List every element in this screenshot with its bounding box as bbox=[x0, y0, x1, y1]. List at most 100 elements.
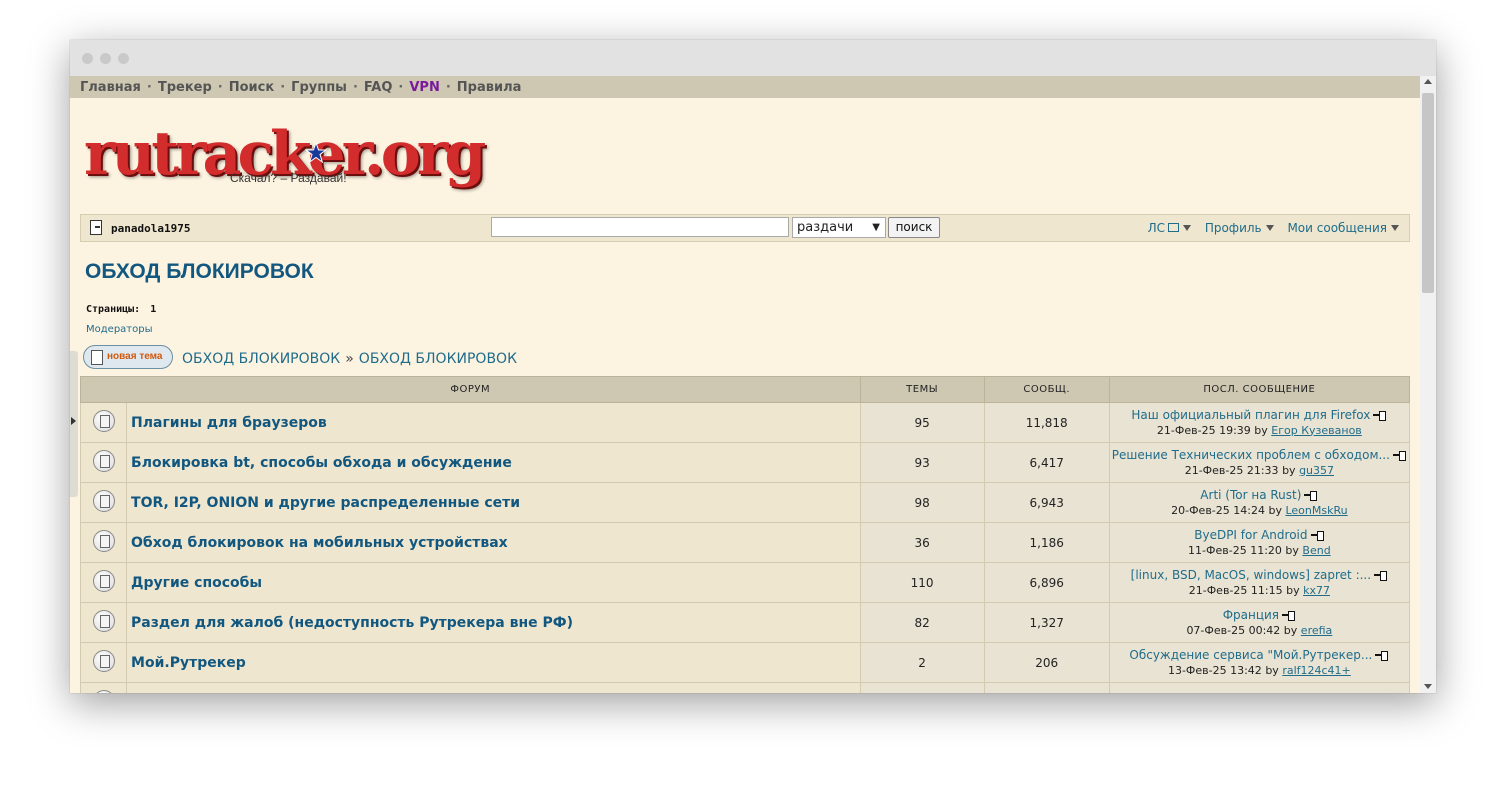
logo-star-icon bbox=[305, 142, 327, 164]
forum-icon-cell bbox=[79, 442, 128, 483]
last-post-link[interactable]: Arti (Tor на Rust) bbox=[1200, 488, 1301, 502]
goto-last-post-icon[interactable] bbox=[1304, 490, 1318, 501]
last-post-link[interactable]: Наш официальный плагин для Firefox bbox=[1131, 408, 1370, 422]
pm-link[interactable]: ЛС bbox=[1148, 221, 1191, 235]
breadcrumb-item[interactable]: ОБХОД БЛОКИРОВОК bbox=[359, 351, 517, 367]
nav-separator: · bbox=[445, 80, 451, 95]
last-post-link[interactable]: [linux, BSD, MacOS, windows] zapret :... bbox=[1131, 568, 1371, 582]
breadcrumb: ОБХОД БЛОКИРОВОК » ОБХОД БЛОКИРОВОК bbox=[182, 351, 517, 367]
logo-slogan: Скачал? – Раздавай! bbox=[230, 171, 347, 185]
username[interactable]: panadola1975 bbox=[111, 222, 190, 235]
window-zoom-button[interactable] bbox=[118, 53, 129, 64]
nav-link[interactable]: Правила bbox=[457, 80, 522, 95]
forum-icon-cell bbox=[79, 522, 128, 563]
nav-link[interactable]: VPN bbox=[409, 80, 439, 95]
goto-last-post-icon[interactable] bbox=[1375, 650, 1389, 661]
scrollbar-thumb[interactable] bbox=[1422, 93, 1434, 293]
new-topic-button[interactable]: новая тема bbox=[83, 345, 173, 369]
last-post-cell: Просьба помощи к сообществу bbox=[1108, 682, 1411, 693]
breadcrumb-item[interactable]: ОБХОД БЛОКИРОВОК bbox=[182, 351, 340, 367]
last-post-date: 13-Фев-25 13:42 bbox=[1167, 663, 1262, 677]
topics-count: 95 bbox=[859, 402, 985, 443]
goto-last-post-icon[interactable] bbox=[1374, 570, 1388, 581]
scroll-down-arrow-icon[interactable] bbox=[1424, 684, 1432, 689]
last-post-link[interactable]: Решение Технических проблем с обходом... bbox=[1112, 448, 1390, 462]
table-row: Блокировка bt, способы обхода и обсужден… bbox=[79, 442, 1411, 483]
last-post-author[interactable]: kx77 bbox=[1303, 584, 1330, 597]
profile-label: Профиль bbox=[1204, 221, 1262, 235]
forum-icon-cell bbox=[79, 602, 128, 643]
last-post-author[interactable]: gu357 bbox=[1299, 464, 1334, 477]
search-scope-select[interactable]: раздачи ▼ bbox=[792, 217, 886, 238]
posts-count: 206 bbox=[983, 642, 1110, 683]
nav-separator: · bbox=[352, 80, 358, 95]
caret-down-icon bbox=[1391, 225, 1399, 231]
search-button[interactable]: поиск bbox=[888, 217, 940, 238]
document-icon bbox=[91, 350, 103, 365]
last-post-cell: ByeDPI for Android 11-Фев-25 11:20 by Ben… bbox=[1108, 522, 1411, 563]
site-logo[interactable]: rutracker.org Скачал? – Раздавай! bbox=[84, 124, 486, 190]
header-posts: СООБЩ. bbox=[983, 376, 1110, 403]
nav-link[interactable]: Поиск bbox=[229, 80, 274, 95]
last-post-author[interactable]: LeonMskRu bbox=[1285, 504, 1347, 517]
scroll-up-arrow-icon[interactable] bbox=[1424, 79, 1432, 84]
forum-link[interactable]: Блокировка bt, способы обхода и обсужден… bbox=[131, 455, 512, 471]
last-post-by: by bbox=[1283, 623, 1298, 637]
goto-last-post-icon[interactable] bbox=[1310, 530, 1325, 541]
table-row: Просьба помощи к сообществу bbox=[79, 682, 1411, 693]
forum-name-cell: Блокировка bt, способы обхода и обсужден… bbox=[126, 442, 861, 483]
pagination: Страницы: 1 bbox=[86, 304, 156, 315]
vertical-scrollbar[interactable] bbox=[1420, 76, 1436, 693]
new-topic-label: новая тема bbox=[107, 351, 163, 362]
last-post-author[interactable]: Bend bbox=[1302, 544, 1330, 557]
forum-name-cell: Плагины для браузеров bbox=[126, 402, 861, 443]
forum-link[interactable]: Плагины для браузеров bbox=[131, 415, 327, 431]
last-post-by: by bbox=[1282, 463, 1296, 477]
goto-last-post-icon[interactable] bbox=[1282, 610, 1296, 621]
search-input[interactable] bbox=[491, 217, 789, 237]
mail-icon bbox=[1168, 223, 1179, 232]
posts-count: 6,943 bbox=[983, 482, 1110, 523]
goto-last-post-icon[interactable] bbox=[1373, 410, 1387, 421]
nav-link[interactable]: Главная bbox=[80, 80, 141, 95]
my-messages-link[interactable]: Мои сообщения bbox=[1287, 221, 1399, 235]
moderators-link[interactable]: Модераторы bbox=[86, 324, 152, 335]
profile-link[interactable]: Профиль bbox=[1205, 221, 1274, 235]
nav-link[interactable]: FAQ bbox=[364, 80, 393, 95]
table-row: Раздел для жалоб (недоступность Рутрекер… bbox=[79, 602, 1411, 643]
browser-window: Главная · Трекер · Поиск · Группы · FAQ · VPN · Прав… bbox=[70, 40, 1436, 693]
last-post-author[interactable]: erefia bbox=[1301, 624, 1333, 637]
forum-link[interactable]: Мой.Рутрекер bbox=[131, 655, 246, 671]
last-post-author[interactable]: ralf124c41+ bbox=[1282, 664, 1350, 677]
header-forum: ФОРУМ bbox=[80, 376, 861, 403]
page-title[interactable]: ОБХОД БЛОКИРОВОК bbox=[85, 260, 314, 284]
table-row: Другие способы 110 6,896 [linux, BSD, MacOS… bbox=[79, 562, 1411, 603]
forum-link[interactable]: TOR, I2P, ONION и другие распределенные … bbox=[131, 495, 520, 511]
last-post-author[interactable]: Егор Кузеванов bbox=[1271, 424, 1362, 437]
pages-label: Страницы: bbox=[86, 304, 141, 315]
last-post-link[interactable]: Франция bbox=[1223, 608, 1279, 622]
user-bar: panadola1975 раздачи ▼ поиск ЛС Профиль … bbox=[80, 214, 1410, 242]
forum-folder-icon bbox=[92, 450, 115, 472]
goto-last-post-icon[interactable] bbox=[1392, 450, 1407, 461]
nav-link[interactable]: Трекер bbox=[158, 80, 212, 95]
last-post-link[interactable]: ByeDPI for Android bbox=[1194, 528, 1307, 542]
pages-value: 1 bbox=[150, 304, 157, 315]
last-post-link[interactable]: Обсуждение сервиса "Мой.Рутрекер... bbox=[1129, 648, 1372, 662]
last-post-by: by bbox=[1268, 503, 1282, 517]
nav-separator: · bbox=[217, 80, 223, 95]
table-row: Мой.Рутрекер 2 206 Обсуждение сервиса "Мой.… bbox=[79, 642, 1411, 683]
logout-icon[interactable] bbox=[90, 220, 102, 235]
forum-name-cell: Обход блокировок на мобильных устройства… bbox=[126, 522, 861, 563]
window-minimize-button[interactable] bbox=[100, 53, 111, 64]
side-panel-toggle[interactable] bbox=[70, 351, 78, 497]
forum-link[interactable]: Другие способы bbox=[131, 575, 262, 591]
forum-name-cell: TOR, I2P, ONION и другие распределенные … bbox=[126, 482, 861, 523]
last-post-cell: Франция 07-Фев-25 00:42 by erefia bbox=[1108, 602, 1411, 643]
forum-icon-cell bbox=[79, 682, 128, 693]
nav-link[interactable]: Группы bbox=[291, 80, 347, 95]
last-post-date: 21-Фев-25 21:33 bbox=[1184, 463, 1279, 477]
forum-link[interactable]: Раздел для жалоб (недоступность Рутрекер… bbox=[131, 615, 573, 631]
window-close-button[interactable] bbox=[82, 53, 93, 64]
forum-link[interactable]: Обход блокировок на мобильных устройства… bbox=[131, 535, 508, 551]
